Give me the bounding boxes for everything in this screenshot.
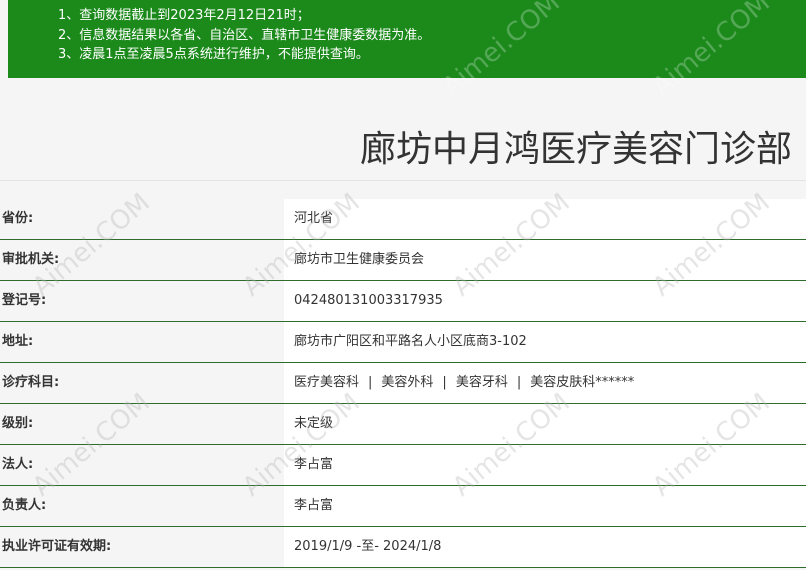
department-separator: | xyxy=(516,375,522,390)
row-value-principal: 李占富 xyxy=(284,486,806,526)
row-label-address: 地址: xyxy=(0,322,284,362)
table-row: 诊疗科目: 医疗美容科 | 美容外科 | 美容牙科 | 美容皮肤科****** xyxy=(0,363,806,404)
row-value-departments: 医疗美容科 | 美容外科 | 美容牙科 | 美容皮肤科****** xyxy=(284,363,806,403)
row-label-authority: 审批机关: xyxy=(0,240,284,280)
row-value-province: 河北省 xyxy=(284,199,806,239)
row-label-license-validity: 执业许可证有效期: xyxy=(0,527,284,567)
table-row: 登记号: 042480131003317935 xyxy=(0,281,806,322)
department-item: 美容皮肤科****** xyxy=(530,375,635,390)
row-value-level: 未定级 xyxy=(284,404,806,444)
row-label-legal-person: 法人: xyxy=(0,445,284,485)
department-separator: | xyxy=(368,375,373,390)
row-label-principal: 负责人: xyxy=(0,486,284,526)
row-value-legal-person: 李占富 xyxy=(284,445,806,485)
page-title: 廊坊中月鸿医疗美容门诊部 xyxy=(359,129,792,170)
department-separator: | xyxy=(442,375,447,390)
row-value-authority: 廊坊市卫生健康委员会 xyxy=(284,240,806,280)
notice-line: 1、查询数据截止到2023年2月12日21时； xyxy=(58,8,310,23)
row-label-province: 省份: xyxy=(0,199,284,239)
department-item: 医疗美容科 xyxy=(294,375,360,390)
department-item: 美容外科 xyxy=(381,375,434,390)
notice-line: 3、凌晨1点至凌晨5点系统进行维护，不能提供查询。 xyxy=(58,47,369,62)
department-item: 美容牙科 xyxy=(455,375,508,390)
notice-line: 2、信息数据结果以各省、自治区、直辖市卫生健康委数据为准。 xyxy=(58,27,431,43)
row-value-address: 廊坊市广阳区和平路名人小区底商3-102 xyxy=(284,322,806,362)
table-row: 执业许可证有效期: 2019/1/9 -至- 2024/1/8 xyxy=(0,527,806,568)
row-label-level: 级别: xyxy=(0,404,284,444)
info-table: 省份: 河北省 审批机关: 廊坊市卫生健康委员会 登记号: 0424801310… xyxy=(0,199,806,568)
row-value-license-validity: 2019/1/9 -至- 2024/1/8 xyxy=(284,527,806,567)
table-row: 法人: 李占富 xyxy=(0,445,806,486)
notice-banner: 1、查询数据截止到2023年2月12日21时； 2、信息数据结果以各省、自治区、… xyxy=(8,0,806,78)
title-area: 廊坊中月鸿医疗美容门诊部 xyxy=(0,78,806,181)
table-row: 负责人: 李占富 xyxy=(0,486,806,527)
table-row: 级别: 未定级 xyxy=(0,404,806,445)
row-value-registration: 042480131003317935 xyxy=(284,281,806,321)
row-label-registration: 登记号: xyxy=(0,281,284,321)
table-row: 省份: 河北省 xyxy=(0,199,806,240)
table-row: 地址: 廊坊市广阳区和平路名人小区底商3-102 xyxy=(0,322,806,363)
table-row: 审批机关: 廊坊市卫生健康委员会 xyxy=(0,240,806,281)
row-label-departments: 诊疗科目: xyxy=(0,363,284,403)
